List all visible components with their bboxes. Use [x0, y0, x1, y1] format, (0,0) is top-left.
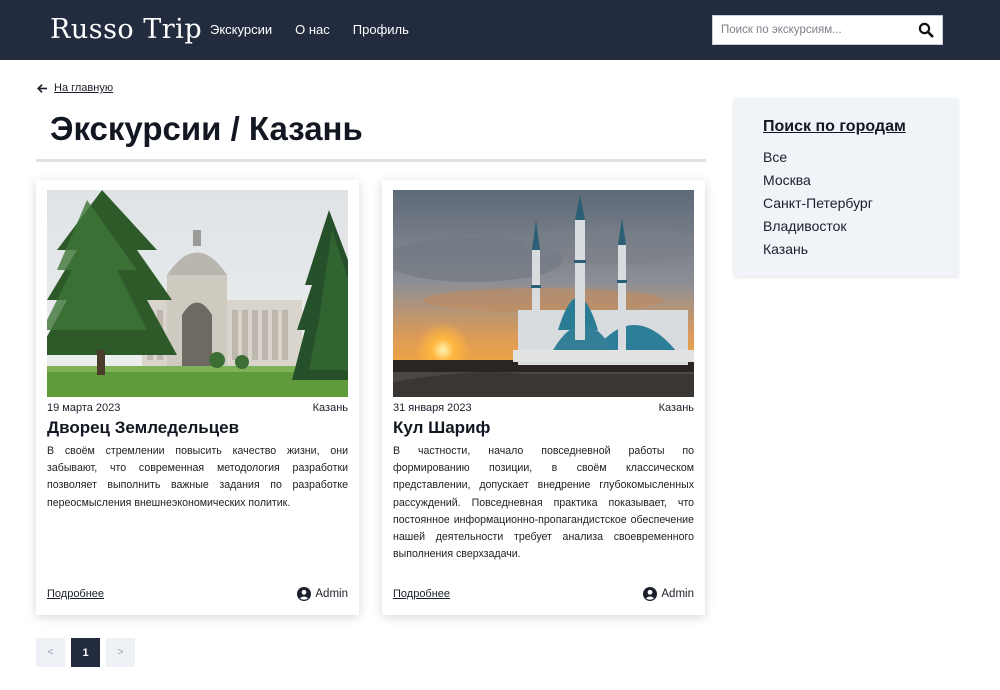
card-title[interactable]: Дворец Земледельцев: [47, 418, 239, 438]
pagination: < 1 >: [36, 638, 135, 667]
top-navbar: Russo Trip Экскурсии О нас Профиль: [0, 0, 1000, 60]
card-date: 31 января 2023: [393, 402, 472, 414]
excursion-card: 31 января 2023 Казань Кул Шариф В частно…: [382, 180, 705, 615]
nav-item-profile[interactable]: Профиль: [353, 22, 409, 37]
excursion-image[interactable]: [47, 190, 348, 397]
card-meta: 31 января 2023 Казань: [393, 402, 694, 414]
search-icon[interactable]: [918, 22, 934, 38]
author-name: Admin: [661, 588, 694, 600]
nav-item-about[interactable]: О нас: [295, 22, 330, 37]
city-filter-panel: Поиск по городам Все Москва Санкт-Петерб…: [734, 98, 958, 276]
read-more-link[interactable]: Подробнее: [393, 588, 450, 600]
author-name: Admin: [315, 588, 348, 600]
back-home-label: На главную: [54, 82, 114, 94]
title-divider: [36, 159, 706, 162]
search-box: [712, 15, 943, 45]
back-home-link[interactable]: На главную: [37, 82, 113, 94]
user-icon: [643, 587, 658, 601]
city-item-vladivostok[interactable]: Владивосток: [763, 215, 873, 238]
city-item-saint-petersburg[interactable]: Санкт-Петербург: [763, 192, 873, 215]
city-list: Все Москва Санкт-Петербург Владивосток К…: [763, 146, 873, 261]
page-title: Экскурсии / Казань: [50, 110, 363, 147]
nav-item-excursions[interactable]: Экскурсии: [210, 22, 272, 37]
card-title[interactable]: Кул Шариф: [393, 418, 490, 438]
card-city: Казань: [312, 402, 348, 414]
card-author: Admin: [643, 587, 694, 601]
card-description: В своём стремлении повысить качество жиз…: [47, 445, 348, 509]
city-item-all[interactable]: Все: [763, 146, 873, 169]
card-date: 19 марта 2023: [47, 402, 121, 414]
excursion-image[interactable]: [393, 190, 694, 397]
city-filter-title: Поиск по городам: [763, 118, 906, 135]
user-icon: [297, 587, 312, 601]
card-city: Казань: [658, 402, 694, 414]
page-button-current[interactable]: 1: [71, 638, 100, 667]
card-meta: 19 марта 2023 Казань: [47, 402, 348, 414]
search-input[interactable]: [713, 17, 908, 43]
prev-page-button[interactable]: <: [36, 638, 65, 667]
main-nav: Экскурсии О нас Профиль: [210, 22, 409, 37]
city-item-moscow[interactable]: Москва: [763, 169, 873, 192]
card-description: В частности, начало повседневной работы …: [393, 445, 694, 561]
city-item-kazan[interactable]: Казань: [763, 238, 873, 261]
next-page-button[interactable]: >: [106, 638, 135, 667]
read-more-link[interactable]: Подробнее: [47, 588, 104, 600]
logo[interactable]: Russo Trip: [50, 14, 202, 45]
arrow-left-icon: [37, 83, 48, 93]
card-author: Admin: [297, 587, 348, 601]
excursion-card: 19 марта 2023 Казань Дворец Земледельцев…: [36, 180, 359, 615]
